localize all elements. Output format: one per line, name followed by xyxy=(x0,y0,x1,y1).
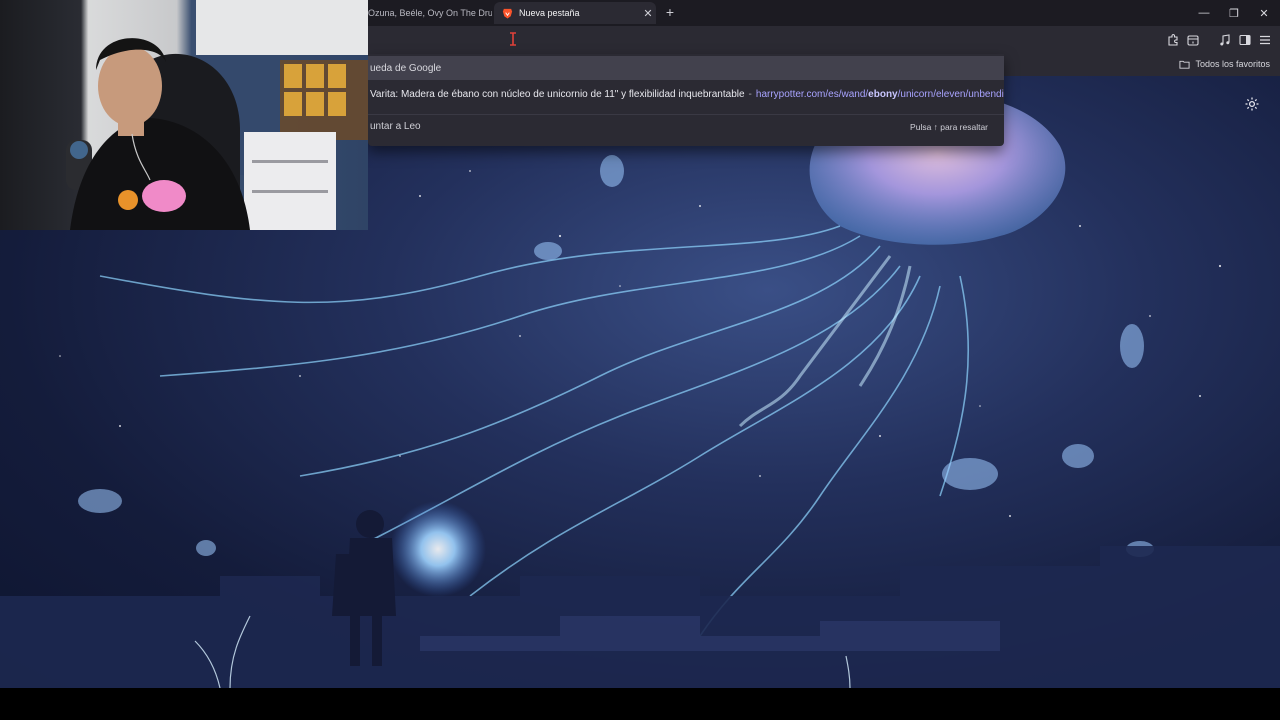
all-bookmarks-label: Todos los favoritos xyxy=(1195,59,1270,69)
highlight-hint: Pulsa ↑ para resaltar xyxy=(910,121,988,132)
tab-new-tab[interactable]: Nueva pestaña ✕ xyxy=(494,2,656,24)
ask-leo-label: untar a Leo xyxy=(370,121,421,132)
minimize-button[interactable]: — xyxy=(1188,0,1220,26)
new-tab-button[interactable]: + xyxy=(662,4,678,20)
webcam-overlay xyxy=(0,0,368,230)
folder-icon xyxy=(1179,60,1190,69)
close-window-button[interactable]: ✕ xyxy=(1248,0,1280,26)
url-suffix: /unicorn/eleven/unbending xyxy=(897,88,1004,100)
suggestion-url: harrypotter.com/es/wand/ebony/unicorn/el… xyxy=(756,89,1004,100)
address-bar-input[interactable] xyxy=(368,29,1004,51)
tab-close-button[interactable]: ✕ xyxy=(640,7,656,20)
search-suggestion-label: ueda de Google xyxy=(370,62,442,74)
extensions-icon[interactable] xyxy=(1164,31,1182,49)
tab-music[interactable]: Ozuna, Beéle, Ovy On The Drums xyxy=(360,2,492,24)
bottom-letterbox xyxy=(0,688,1280,720)
suggestion-title: Varita: Madera de ébano con núcleo de un… xyxy=(370,88,745,100)
suggestion-separator: - xyxy=(748,88,752,100)
history-suggestion-row[interactable]: Varita: Madera de ébano con núcleo de un… xyxy=(368,82,1004,106)
tab-title: Ozuna, Beéle, Ovy On The Drums xyxy=(368,8,492,18)
music-icon[interactable] xyxy=(1216,31,1234,49)
gear-icon[interactable] xyxy=(1244,96,1260,112)
text-cursor-icon xyxy=(508,32,518,46)
url-highlight: ebony xyxy=(868,88,898,100)
sidebar-icon[interactable] xyxy=(1236,31,1254,49)
all-bookmarks-button[interactable]: Todos los favoritos xyxy=(1179,57,1270,71)
restore-button[interactable]: ❐ xyxy=(1218,0,1250,26)
menu-icon[interactable] xyxy=(1256,31,1274,49)
url-prefix: harrypotter.com/es/wand/ xyxy=(755,88,869,100)
brave-lion-icon xyxy=(502,8,513,19)
search-suggestion-row[interactable]: ueda de Google xyxy=(368,56,1004,80)
ask-leo-row[interactable]: untar a Leo Pulsa ↑ para resaltar xyxy=(368,114,1004,138)
streamer-camera-feed xyxy=(66,0,368,230)
wallet-icon[interactable] xyxy=(1184,31,1202,49)
omnibox-dropdown: ueda de Google Varita: Madera de ébano c… xyxy=(368,54,1004,146)
tab-title: Nueva pestaña xyxy=(519,8,580,18)
